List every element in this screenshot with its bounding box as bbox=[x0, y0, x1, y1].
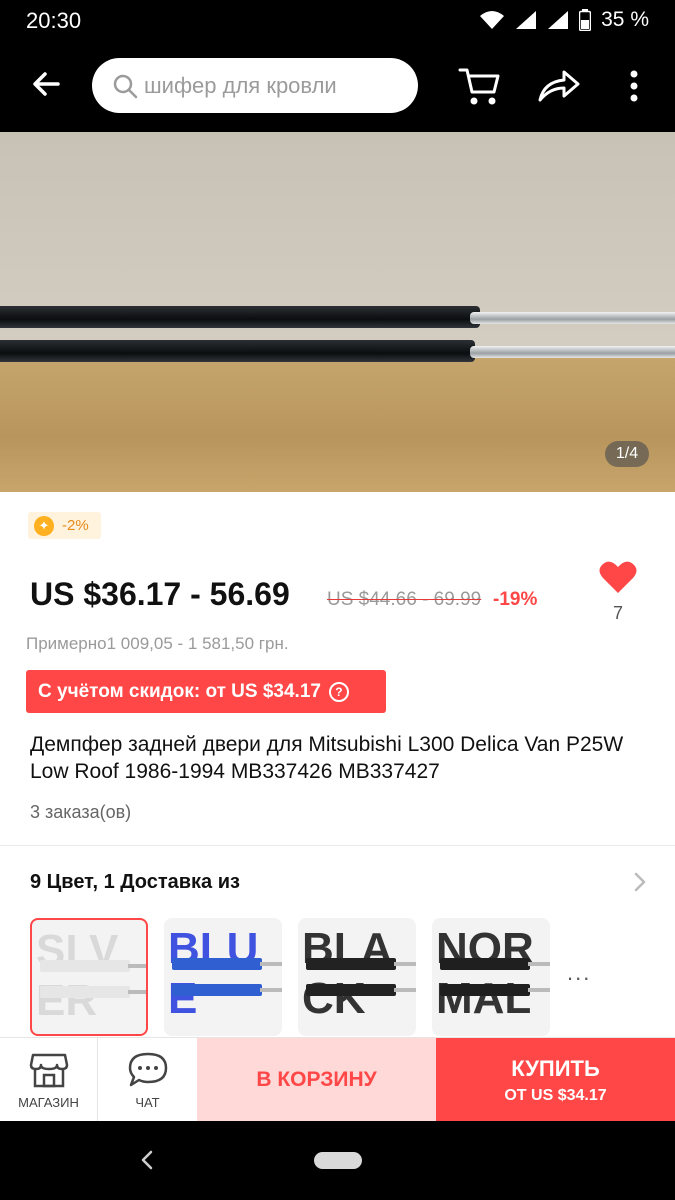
product-title: Демпфер задней двери для Mitsubishi L300… bbox=[30, 733, 624, 783]
rod-image-2 bbox=[260, 988, 282, 992]
coin-icon: ✦ bbox=[34, 515, 54, 536]
strut-body-1 bbox=[0, 306, 480, 328]
variant-swatch-blue[interactable]: BLUE bbox=[164, 918, 282, 1036]
signal-2-icon bbox=[548, 11, 569, 29]
photo-floor bbox=[0, 354, 675, 492]
buy-label: КУПИТЬ bbox=[511, 1055, 600, 1081]
original-price: US $44.66 - 69.99 bbox=[327, 589, 482, 610]
strut-rod-2 bbox=[470, 346, 675, 358]
rod-image-1 bbox=[128, 964, 146, 968]
variant-label: SLVER bbox=[36, 926, 119, 1025]
variant-swatch-black[interactable]: BLACK bbox=[298, 918, 416, 1036]
status-icons: 35 % bbox=[479, 8, 649, 32]
more-variants[interactable]: ... bbox=[567, 960, 591, 986]
current-price: US $36.17 - 56.69 bbox=[30, 576, 290, 612]
bottom-action-bar: МАГАЗИН ЧАТ В КОРЗИНУ КУПИТЬ ОТ US $34.1… bbox=[0, 1037, 675, 1122]
help-icon[interactable]: ? bbox=[328, 681, 349, 702]
variant-label: BLACK bbox=[302, 924, 393, 1023]
status-bar: 20:30 35 % bbox=[0, 0, 675, 42]
strut-image-1 bbox=[440, 958, 530, 970]
chevron-right-icon[interactable] bbox=[628, 869, 652, 895]
variants-heading[interactable]: 9 Цвет, 1 Доставка из bbox=[30, 871, 240, 894]
strut-image-1 bbox=[40, 960, 130, 972]
wifi-icon bbox=[480, 11, 505, 29]
product-photo[interactable] bbox=[0, 132, 675, 492]
strut-image-2 bbox=[172, 984, 262, 996]
status-time: 20:30 bbox=[26, 8, 82, 33]
coins-discount-badge: ✦ -2% bbox=[28, 512, 101, 539]
toolbar: шифер для кровли bbox=[0, 46, 675, 124]
strut-image-2 bbox=[306, 984, 396, 996]
signal-icon bbox=[516, 11, 537, 29]
rod-image-1 bbox=[528, 962, 550, 966]
promo-text: С учётом скидок: от US $34.17 bbox=[38, 680, 321, 702]
variant-swatch-normal[interactable]: NORMAL bbox=[432, 918, 550, 1036]
gallery-counter: 1/4 bbox=[605, 441, 649, 467]
divider bbox=[0, 845, 675, 846]
add-to-cart-label: В КОРЗИНУ bbox=[256, 1068, 377, 1091]
store-button[interactable]: МАГАЗИН bbox=[0, 1038, 98, 1122]
rod-image-2 bbox=[528, 988, 550, 992]
strut-body-2 bbox=[0, 340, 475, 362]
cart-icon[interactable] bbox=[456, 62, 504, 110]
discount-percent: -19% bbox=[493, 589, 538, 610]
variant-label: NORMAL bbox=[436, 924, 534, 1023]
rod-image-2 bbox=[128, 990, 146, 994]
rod-image-1 bbox=[260, 962, 282, 966]
buy-now-button[interactable]: КУПИТЬ ОТ US $34.17 bbox=[436, 1038, 675, 1122]
approx-price: Примерно1 009,05 - 1 581,50 грн. bbox=[26, 634, 289, 653]
strut-image-2 bbox=[40, 986, 130, 998]
search-input[interactable]: шифер для кровли bbox=[92, 58, 418, 113]
top-bar: 20:30 35 % шифер для кровли bbox=[0, 0, 675, 132]
rod-image-1 bbox=[394, 962, 416, 966]
promo-banner[interactable]: С учётом скидок: от US $34.17 ? bbox=[26, 670, 386, 713]
nav-home-pill[interactable] bbox=[314, 1152, 362, 1169]
chat-button[interactable]: ЧАТ bbox=[98, 1038, 197, 1122]
battery-percent: 35 % bbox=[601, 8, 649, 31]
share-icon[interactable] bbox=[534, 62, 582, 110]
chat-icon bbox=[128, 1052, 167, 1086]
wishlist-button[interactable]: 7 bbox=[598, 560, 638, 624]
wishlist-count: 7 bbox=[612, 603, 623, 623]
strut-image-1 bbox=[306, 958, 396, 970]
strut-image-2 bbox=[440, 984, 530, 996]
store-label: МАГАЗИН bbox=[18, 1094, 79, 1110]
more-vertical-icon[interactable] bbox=[614, 62, 654, 110]
chat-label: ЧАТ bbox=[135, 1094, 160, 1110]
variant-label: BLUE bbox=[168, 924, 259, 1023]
store-icon bbox=[29, 1053, 68, 1087]
system-nav-bar bbox=[0, 1121, 675, 1200]
search-placeholder: шифер для кровли bbox=[144, 72, 337, 98]
heart-icon bbox=[599, 561, 637, 593]
search-icon bbox=[113, 74, 138, 98]
strut-rod-1 bbox=[470, 312, 675, 324]
variant-swatch-silver[interactable]: SLVER bbox=[30, 918, 148, 1036]
coins-discount-text: -2% bbox=[62, 517, 89, 534]
strut-image-1 bbox=[172, 958, 262, 970]
battery-icon bbox=[579, 9, 592, 31]
nav-back-icon[interactable] bbox=[136, 1147, 158, 1173]
rod-image-2 bbox=[394, 988, 416, 992]
back-arrow-icon[interactable] bbox=[24, 62, 68, 106]
orders-count: 3 заказа(ов) bbox=[30, 802, 132, 822]
buy-price: ОТ US $34.17 bbox=[504, 1086, 607, 1104]
add-to-cart-button[interactable]: В КОРЗИНУ bbox=[197, 1038, 436, 1122]
